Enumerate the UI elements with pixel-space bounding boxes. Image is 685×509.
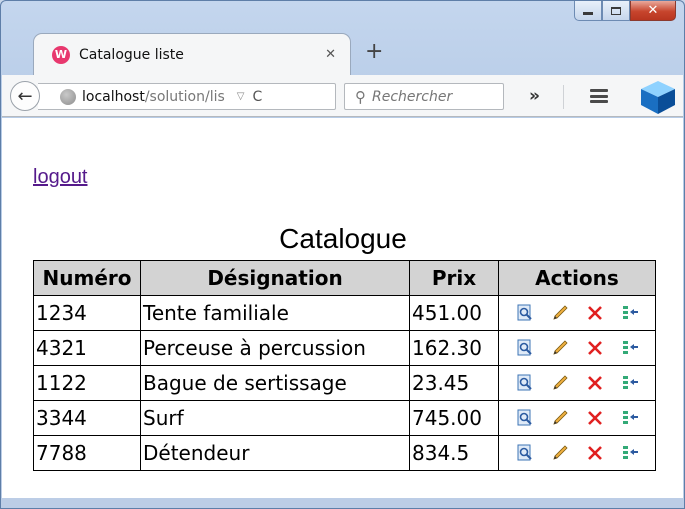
column-header-prix: Prix (409, 260, 499, 296)
cell-designation: Surf (140, 400, 410, 436)
delete-icon[interactable] (585, 373, 605, 393)
cell-numero: 7788 (33, 435, 141, 471)
cell-prix: 162.30 (409, 330, 499, 366)
delete-icon[interactable] (585, 443, 605, 463)
table-row: 1234 Tente familiale 451.00 (33, 295, 656, 331)
cell-prix: 451.00 (409, 295, 499, 331)
hamburger-menu-icon[interactable] (590, 89, 608, 103)
search-input[interactable]: ⚲ Rechercher (344, 83, 504, 110)
table-row: 3344 Surf 745.00 (33, 400, 656, 436)
view-icon[interactable] (515, 303, 535, 323)
minimize-button[interactable] (574, 1, 602, 21)
table-header-row: Numéro Désignation Prix Actions (33, 260, 656, 296)
cell-designation: Bague de sertissage (140, 365, 410, 401)
close-icon: ✕ (647, 3, 659, 18)
tab-close-icon[interactable]: ✕ (325, 47, 336, 62)
delete-icon[interactable] (585, 408, 605, 428)
column-header-numero: Numéro (33, 260, 141, 296)
cell-designation: Détendeur (140, 435, 410, 471)
toolbar-overflow-button[interactable]: » (529, 86, 540, 106)
move-icon[interactable] (620, 373, 640, 393)
edit-icon[interactable] (550, 338, 570, 358)
url-path: /solution/lis (144, 88, 225, 105)
search-placeholder: Rechercher (372, 88, 453, 105)
cell-prix: 834.5 (409, 435, 499, 471)
table-row: 1122 Bague de sertissage 23.45 (33, 365, 656, 401)
move-icon[interactable] (620, 338, 640, 358)
cell-actions (498, 295, 656, 331)
cell-prix: 23.45 (409, 365, 499, 401)
globe-icon (60, 88, 76, 105)
move-icon[interactable] (620, 303, 640, 323)
move-icon[interactable] (620, 443, 640, 463)
tab-title: Catalogue liste (79, 46, 184, 63)
window-caption-buttons: ✕ (574, 1, 676, 21)
page-title: Catalogue (279, 223, 407, 254)
delete-icon[interactable] (585, 338, 605, 358)
edit-icon[interactable] (550, 408, 570, 428)
new-tab-button[interactable]: + (365, 41, 383, 63)
edit-icon[interactable] (550, 303, 570, 323)
view-icon[interactable] (515, 338, 535, 358)
edit-icon[interactable] (550, 373, 570, 393)
cell-numero: 1234 (33, 295, 141, 331)
address-bar[interactable]: localhost/solution/lis ▽ C (38, 83, 336, 110)
edit-icon[interactable] (550, 443, 570, 463)
column-header-designation: Désignation (140, 260, 410, 296)
table-row: 7788 Détendeur 834.5 (33, 435, 656, 471)
maximize-icon (611, 6, 621, 15)
minimize-icon (583, 12, 593, 15)
page-content: logout Catalogue Numéro Désignation Prix… (2, 118, 683, 498)
cell-prix: 745.00 (409, 400, 499, 436)
view-icon[interactable] (515, 373, 535, 393)
browser-window: ✕ W Catalogue liste ✕ + localhost/soluti… (0, 0, 685, 509)
cell-actions (498, 330, 656, 366)
cell-actions (498, 400, 656, 436)
favicon-icon: W (52, 45, 70, 64)
navigation-toolbar: localhost/solution/lis ▽ C ← ⚲ Recherche… (2, 75, 683, 117)
move-icon[interactable] (620, 408, 640, 428)
cell-numero: 4321 (33, 330, 141, 366)
cell-numero: 3344 (33, 400, 141, 436)
search-icon: ⚲ (355, 87, 366, 106)
table-row: 4321 Perceuse à percussion 162.30 (33, 330, 656, 366)
back-button[interactable]: ← (10, 81, 40, 111)
close-window-button[interactable]: ✕ (630, 1, 676, 21)
cell-numero: 1122 (33, 365, 141, 401)
cell-actions (498, 365, 656, 401)
cell-actions (498, 435, 656, 471)
tab-catalogue-liste[interactable]: W Catalogue liste ✕ (33, 33, 351, 75)
cell-designation: Perceuse à percussion (140, 330, 410, 366)
column-header-actions: Actions (498, 260, 656, 296)
reload-icon[interactable]: C (253, 89, 263, 105)
toolbar-separator (563, 85, 564, 109)
url-host: localhost (82, 88, 145, 105)
maximize-button[interactable] (602, 1, 630, 21)
catalog-table: Numéro Désignation Prix Actions 1234 Ten… (33, 260, 656, 471)
view-icon[interactable] (515, 443, 535, 463)
back-arrow-icon: ← (17, 85, 33, 107)
cube-addon-icon[interactable] (638, 79, 678, 115)
cell-designation: Tente familiale (140, 295, 410, 331)
history-dropdown-icon[interactable]: ▽ (237, 91, 245, 102)
view-icon[interactable] (515, 408, 535, 428)
logout-link[interactable]: logout (33, 166, 88, 189)
delete-icon[interactable] (585, 303, 605, 323)
